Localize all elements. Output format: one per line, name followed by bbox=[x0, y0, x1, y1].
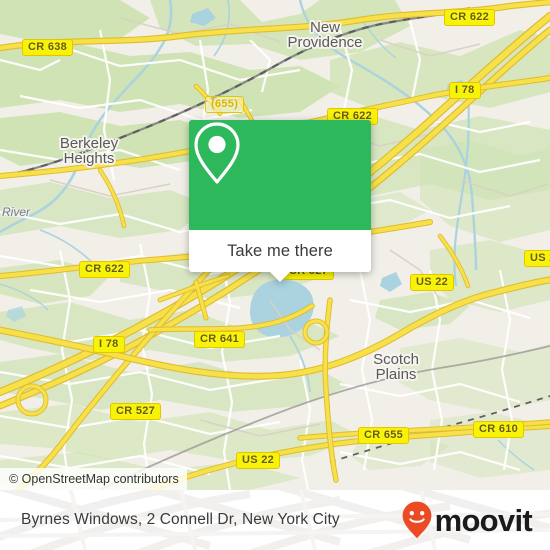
popup-pointer-tail bbox=[270, 272, 290, 282]
osm-attribution[interactable]: © OpenStreetMap contributors bbox=[0, 468, 187, 490]
take-me-there-label: Take me there bbox=[227, 241, 333, 260]
road-shield-cr-638: CR 638 bbox=[22, 39, 74, 56]
moovit-wordmark: moovit bbox=[434, 502, 533, 538]
popup-image-area bbox=[189, 120, 371, 230]
road-shield-cr-641: CR 641 bbox=[194, 331, 246, 348]
footer-bar: Byrnes Windows, 2 Connell Dr, New York C… bbox=[0, 490, 550, 550]
road-shield-655: (655) bbox=[205, 96, 245, 113]
road-shield-i-78-sw: I 78 bbox=[93, 336, 125, 353]
road-shield-cr-610: CR 610 bbox=[473, 421, 525, 438]
map-canvas[interactable]: New Providence Berkeley Heights Scotch P… bbox=[0, 0, 550, 490]
road-shield-us-22-e: US 22 bbox=[524, 250, 550, 267]
map-pin-icon bbox=[194, 122, 240, 184]
road-shield-us-22-s: US 22 bbox=[236, 452, 281, 469]
road-shield-us-22-c: US 22 bbox=[410, 274, 455, 291]
moovit-pin-smiley-icon bbox=[402, 501, 431, 539]
take-me-there-button[interactable]: Take me there bbox=[189, 230, 371, 272]
place-label-berkeley-heights: Berkeley Heights bbox=[59, 135, 119, 167]
map-screenshot: New Providence Berkeley Heights Scotch P… bbox=[0, 0, 550, 550]
location-title: Byrnes Windows, 2 Connell Dr, New York C… bbox=[21, 511, 340, 528]
place-label-scotch-plains: Scotch Plains bbox=[373, 351, 419, 383]
road-shield-i-78-ne: I 78 bbox=[449, 82, 481, 99]
road-shield-cr-655: CR 655 bbox=[358, 427, 410, 444]
road-shield-cr-622-ne: CR 622 bbox=[444, 9, 496, 26]
place-label-new-providence: New Providence bbox=[287, 19, 363, 51]
location-popup-card[interactable]: Take me there bbox=[189, 120, 371, 282]
road-shield-cr-527-sw: CR 527 bbox=[110, 403, 162, 420]
moovit-logo[interactable]: moovit bbox=[402, 490, 533, 550]
place-label-river: River bbox=[1, 205, 30, 219]
road-shield-cr-622-w: CR 622 bbox=[79, 261, 131, 278]
